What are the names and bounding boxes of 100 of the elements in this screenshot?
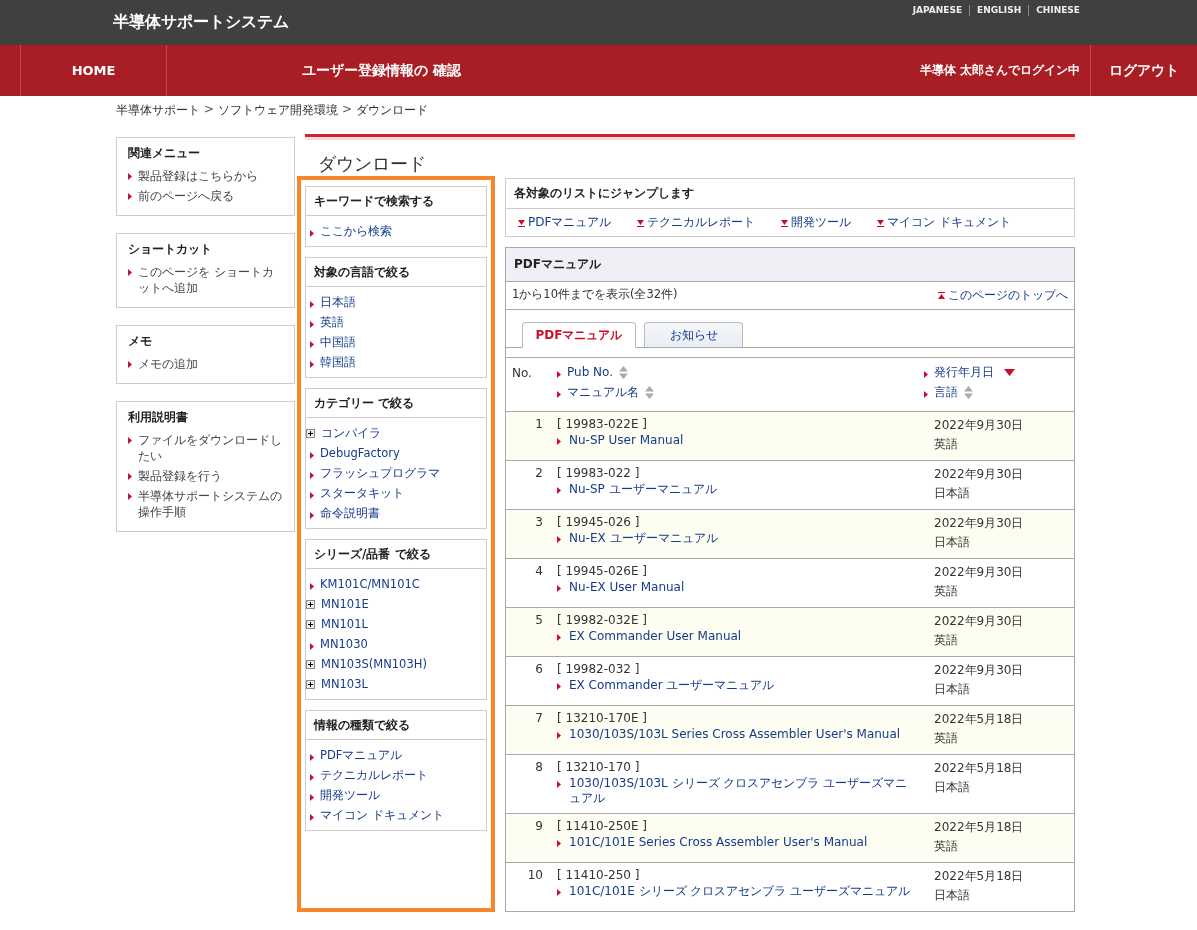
- bullet-arrow-icon: [310, 321, 314, 328]
- tab[interactable]: PDFマニュアル: [522, 322, 636, 348]
- language-cell-text: 日本語: [934, 534, 971, 551]
- bullet-arrow-icon: [310, 341, 314, 348]
- page-top-link[interactable]: このページのトップへ: [938, 287, 1068, 304]
- sidebar-link[interactable]: このページを ショートカットへ追加: [128, 262, 284, 298]
- bullet-arrow-icon: [310, 814, 314, 821]
- pub-number: [ 11410-250 ]: [557, 868, 641, 882]
- breadcrumb-link[interactable]: ソフトウェア開発環境: [218, 102, 339, 128]
- sidebar-link[interactable]: 前のページへ戻る: [128, 186, 284, 206]
- filter-link[interactable]: MN103L: [310, 674, 486, 694]
- filter-link[interactable]: MN101L: [310, 614, 486, 634]
- issue-date: 2022年9月30日: [934, 662, 1025, 679]
- filter-link[interactable]: 英語: [310, 312, 486, 332]
- sort-descending-icon[interactable]: [1004, 368, 1015, 376]
- filter-link[interactable]: KM101C/MN101C: [310, 574, 486, 594]
- bullet-arrow-icon: [924, 371, 928, 378]
- manual-link[interactable]: EX Commander User Manual: [557, 629, 918, 644]
- pub-number: [ 19982-032E ]: [557, 613, 648, 627]
- language-cell-text: 日本語: [934, 887, 971, 904]
- filter-link[interactable]: 命令説明書: [310, 503, 486, 523]
- sidebar-link[interactable]: 製品登録はこちらから: [128, 166, 284, 186]
- filter-link[interactable]: テクニカルレポート: [310, 765, 486, 785]
- bullet-arrow-icon: [557, 781, 561, 788]
- login-status: 半導体 太郎さんでログイン中: [919, 62, 1080, 79]
- jump-link[interactable]: PDFマニュアル: [518, 214, 612, 231]
- filter-link[interactable]: 中国語: [310, 332, 486, 352]
- filter-title: 情報の種類で絞る: [306, 711, 486, 740]
- home-link[interactable]: HOME: [20, 45, 167, 96]
- filter-link[interactable]: スタータキット: [310, 483, 486, 503]
- logout-link[interactable]: ログアウト: [1090, 45, 1197, 96]
- bullet-arrow-icon: [310, 492, 314, 499]
- language-link[interactable]: JAPANESE: [905, 5, 970, 16]
- bullet-arrow-icon: [128, 269, 132, 276]
- language-cell-text: 日本語: [934, 779, 971, 796]
- filter-link[interactable]: MN103S(MN103H): [310, 654, 486, 674]
- bullet-arrow-icon: [128, 437, 132, 444]
- sort-link[interactable]: 発行年月日: [924, 363, 1074, 381]
- filter-link[interactable]: MN1030: [310, 634, 486, 654]
- filter-link[interactable]: 日本語: [310, 292, 486, 312]
- expand-icon[interactable]: [306, 679, 315, 689]
- language-link[interactable]: ENGLISH: [969, 5, 1029, 16]
- manual-link[interactable]: Nu-EX User Manual: [557, 580, 918, 595]
- sidebar-link[interactable]: ファイルをダウンロードしたい: [128, 430, 284, 466]
- sort-link[interactable]: 言語: [924, 383, 1074, 401]
- language-cell-text: 英語: [934, 436, 959, 453]
- expand-icon[interactable]: [306, 659, 315, 669]
- manual-link[interactable]: 1030/103S/103L Series Cross Assembler User's Manual: [557, 727, 918, 742]
- filter-link[interactable]: コンパイラ: [310, 423, 486, 443]
- filter-title: シリーズ/品番 で絞る: [306, 540, 486, 569]
- row-number: 3: [534, 515, 544, 531]
- filter-link[interactable]: 開発ツール: [310, 785, 486, 805]
- manual-link[interactable]: Nu-SP User Manual: [557, 433, 918, 448]
- sort-link[interactable]: マニュアル名: [557, 383, 924, 401]
- pub-number: [ 11410-250E ]: [557, 819, 648, 833]
- filter-link[interactable]: ここから検索: [310, 221, 486, 241]
- tab[interactable]: お知らせ: [644, 322, 743, 347]
- manual-link[interactable]: 101C/101E シリーズ クロスアセンブラ ユーザーズマニュアル: [557, 884, 918, 899]
- filter-link[interactable]: フラッシュプログラマ: [310, 463, 486, 483]
- filter-link[interactable]: MN101E: [310, 594, 486, 614]
- pub-number: [ 19982-032 ]: [557, 662, 641, 676]
- issue-date: 2022年5月18日: [934, 760, 1025, 777]
- row-number: 9: [534, 819, 544, 835]
- bullet-arrow-icon: [310, 512, 314, 519]
- issue-date: 2022年9月30日: [934, 417, 1025, 434]
- bullet-arrow-icon: [924, 391, 928, 398]
- filter-link[interactable]: 韓国語: [310, 352, 486, 372]
- row-number: 4: [534, 564, 544, 580]
- breadcrumb-link[interactable]: 半導体サポート: [116, 102, 200, 128]
- manual-link[interactable]: Nu-SP ユーザーマニュアル: [557, 482, 918, 497]
- breadcrumb-link[interactable]: ダウンロード: [356, 102, 429, 128]
- sidebar-link[interactable]: メモの追加: [128, 354, 284, 374]
- jump-link[interactable]: テクニカルレポート: [637, 214, 756, 231]
- filter-link[interactable]: PDFマニュアル: [310, 745, 486, 765]
- manual-link[interactable]: EX Commander ユーザーマニュアル: [557, 678, 918, 693]
- sort-link[interactable]: Pub No.: [557, 363, 924, 381]
- sidebar-link[interactable]: 製品登録を行う: [128, 466, 284, 486]
- expand-icon[interactable]: [306, 619, 315, 629]
- manual-link[interactable]: Nu-EX ユーザーマニュアル: [557, 531, 918, 546]
- expand-icon[interactable]: [306, 599, 315, 609]
- expand-icon[interactable]: [306, 428, 315, 438]
- sidebar-link[interactable]: 半導体サポートシステムの操作手順: [128, 486, 284, 522]
- language-cell-text: 英語: [934, 838, 959, 855]
- manual-link[interactable]: 101C/101E Series Cross Assembler User's Manual: [557, 835, 918, 850]
- issue-date: 2022年9月30日: [934, 466, 1025, 483]
- down-arrow-icon: [518, 218, 525, 227]
- language-cell-text: 英語: [934, 632, 959, 649]
- filter-link[interactable]: マイコン ドキュメント: [310, 805, 486, 825]
- issue-date: 2022年9月30日: [934, 613, 1025, 630]
- jump-link[interactable]: 開発ツール: [781, 214, 852, 231]
- language-link[interactable]: CHINESE: [1028, 5, 1087, 16]
- pub-number: [ 19945-026E ]: [557, 564, 648, 578]
- bullet-arrow-icon: [310, 754, 314, 761]
- filter-link[interactable]: DebugFactory: [310, 443, 486, 463]
- jump-link[interactable]: マイコン ドキュメント: [877, 214, 1012, 231]
- filter-title: キーワードで検索する: [306, 187, 486, 216]
- bullet-arrow-icon: [557, 585, 561, 592]
- manual-link[interactable]: 1030/103S/103L シリーズ クロスアセンブラ ユーザーズマニュアル: [557, 776, 918, 806]
- bullet-arrow-icon: [557, 732, 561, 739]
- language-cell-text: 日本語: [934, 681, 971, 698]
